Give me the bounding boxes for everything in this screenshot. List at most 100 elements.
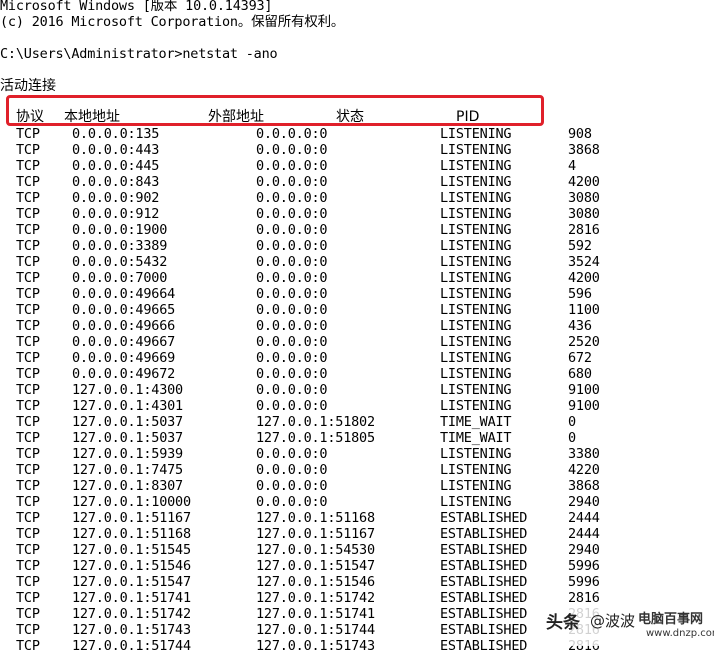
row-foreign-address: 127.0.0.1:51741 [256, 606, 375, 622]
table-row: TCP 0.0.0.0:49672 0.0.0.0:0 LISTENING 680 [0, 366, 714, 382]
column-header-pid: PID [456, 109, 480, 125]
row-foreign-address: 127.0.0.1:51805 [256, 430, 375, 446]
row-local-address: 0.0.0.0:443 [72, 142, 160, 158]
row-pid: 908 [568, 126, 592, 142]
row-pid: 436 [568, 318, 592, 334]
row-state: LISTENING [440, 126, 512, 142]
table-row: TCP 0.0.0.0:843 0.0.0.0:0 LISTENING 4200 [0, 174, 714, 190]
row-state: ESTABLISHED [440, 510, 528, 526]
row-pid: 3868 [568, 142, 600, 158]
console-window[interactable]: Microsoft Windows [版本 10.0.14393] (c) 20… [0, 0, 714, 654]
row-state: LISTENING [440, 158, 512, 174]
row-state: LISTENING [440, 270, 512, 286]
table-row: TCP 127.0.0.1:10000 0.0.0.0:0 LISTENING 2940 [0, 494, 714, 510]
row-foreign-address: 0.0.0.0:0 [256, 494, 328, 510]
row-local-address: 127.0.0.1:8307 [72, 478, 183, 494]
row-protocol: TCP [16, 590, 40, 606]
row-state: LISTENING [440, 446, 512, 462]
row-protocol: TCP [16, 510, 40, 526]
row-local-address: 127.0.0.1:51742 [72, 606, 191, 622]
row-pid: 4200 [568, 174, 600, 190]
row-protocol: TCP [16, 638, 40, 654]
table-row: TCP 127.0.0.1:4300 0.0.0.0:0 LISTENING 9100 [0, 382, 714, 398]
row-protocol: TCP [16, 158, 40, 174]
table-row: TCP 0.0.0.0:7000 0.0.0.0:0 LISTENING 4200 [0, 270, 714, 286]
row-protocol: TCP [16, 462, 40, 478]
row-foreign-address: 0.0.0.0:0 [256, 206, 328, 222]
row-local-address: 127.0.0.1:4301 [72, 398, 183, 414]
row-local-address: 127.0.0.1:5939 [72, 446, 183, 462]
row-protocol: TCP [16, 574, 40, 590]
row-local-address: 127.0.0.1:51741 [72, 590, 191, 606]
row-local-address: 0.0.0.0:49672 [72, 366, 176, 382]
table-row: TCP 127.0.0.1:51546 127.0.0.1:51547 ESTABLI… [0, 558, 714, 574]
row-foreign-address: 127.0.0.1:51744 [256, 622, 375, 638]
row-local-address: 0.0.0.0:445 [72, 158, 160, 174]
row-protocol: TCP [16, 398, 40, 414]
row-pid: 3080 [568, 206, 600, 222]
row-protocol: TCP [16, 142, 40, 158]
watermark-url: www.dnzp.com [646, 628, 714, 639]
row-pid: 5996 [568, 574, 600, 590]
row-state: ESTABLISHED [440, 638, 528, 654]
row-foreign-address: 127.0.0.1:54530 [256, 542, 375, 558]
row-local-address: 0.0.0.0:49666 [72, 318, 176, 334]
row-protocol: TCP [16, 302, 40, 318]
command-prompt: C:\Users\Administrator>netstat -ano [0, 46, 278, 62]
row-state: TIME_WAIT [440, 414, 512, 430]
row-state: LISTENING [440, 142, 512, 158]
row-foreign-address: 127.0.0.1:51547 [256, 558, 375, 574]
row-foreign-address: 0.0.0.0:0 [256, 222, 328, 238]
table-row: TCP 127.0.0.1:51545 127.0.0.1:54530 ESTABLI… [0, 542, 714, 558]
row-protocol: TCP [16, 430, 40, 446]
row-state: LISTENING [440, 334, 512, 350]
row-protocol: TCP [16, 382, 40, 398]
row-foreign-address: 0.0.0.0:0 [256, 174, 328, 190]
row-foreign-address: 0.0.0.0:0 [256, 462, 328, 478]
row-protocol: TCP [16, 190, 40, 206]
row-local-address: 127.0.0.1:51744 [72, 638, 191, 654]
column-header-local-address: 本地地址 [64, 109, 120, 125]
row-pid: 3868 [568, 478, 600, 494]
row-protocol: TCP [16, 542, 40, 558]
row-protocol: TCP [16, 222, 40, 238]
row-local-address: 0.0.0.0:1900 [72, 222, 168, 238]
table-row: TCP 127.0.0.1:8307 0.0.0.0:0 LISTENING 3868 [0, 478, 714, 494]
row-local-address: 0.0.0.0:5432 [72, 254, 168, 270]
row-foreign-address: 0.0.0.0:0 [256, 366, 328, 382]
row-foreign-address: 0.0.0.0:0 [256, 286, 328, 302]
row-state: LISTENING [440, 206, 512, 222]
row-pid: 4220 [568, 462, 600, 478]
row-state: LISTENING [440, 366, 512, 382]
row-protocol: TCP [16, 126, 40, 142]
row-protocol: TCP [16, 254, 40, 270]
table-row: TCP 0.0.0.0:49666 0.0.0.0:0 LISTENING 436 [0, 318, 714, 334]
row-local-address: 127.0.0.1:10000 [72, 494, 191, 510]
column-header-foreign-address: 外部地址 [208, 109, 264, 125]
row-state: LISTENING [440, 382, 512, 398]
row-pid: 5996 [568, 558, 600, 574]
watermark-site-name: 电脑百事网 [638, 612, 704, 627]
row-pid: 0 [568, 430, 576, 446]
table-row: TCP 0.0.0.0:902 0.0.0.0:0 LISTENING 3080 [0, 190, 714, 206]
row-foreign-address: 0.0.0.0:0 [256, 158, 328, 174]
row-state: LISTENING [440, 302, 512, 318]
table-row: TCP 0.0.0.0:3389 0.0.0.0:0 LISTENING 592 [0, 238, 714, 254]
table-row: TCP 0.0.0.0:5432 0.0.0.0:0 LISTENING 3524 [0, 254, 714, 270]
table-row: TCP 0.0.0.0:912 0.0.0.0:0 LISTENING 3080 [0, 206, 714, 222]
row-protocol: TCP [16, 318, 40, 334]
watermark: 头条 @波波 电脑百事网 www.dnzp.com [538, 602, 714, 646]
row-foreign-address: 0.0.0.0:0 [256, 334, 328, 350]
table-row: TCP 0.0.0.0:445 0.0.0.0:0 LISTENING 4 [0, 158, 714, 174]
row-foreign-address: 127.0.0.1:51743 [256, 638, 375, 654]
row-state: LISTENING [440, 190, 512, 206]
row-local-address: 0.0.0.0:49669 [72, 350, 176, 366]
row-pid: 2940 [568, 542, 600, 558]
row-foreign-address: 0.0.0.0:0 [256, 350, 328, 366]
row-pid: 592 [568, 238, 592, 254]
table-row: TCP 0.0.0.0:49664 0.0.0.0:0 LISTENING 596 [0, 286, 714, 302]
row-protocol: TCP [16, 414, 40, 430]
row-foreign-address: 0.0.0.0:0 [256, 142, 328, 158]
row-foreign-address: 0.0.0.0:0 [256, 302, 328, 318]
row-state: LISTENING [440, 478, 512, 494]
